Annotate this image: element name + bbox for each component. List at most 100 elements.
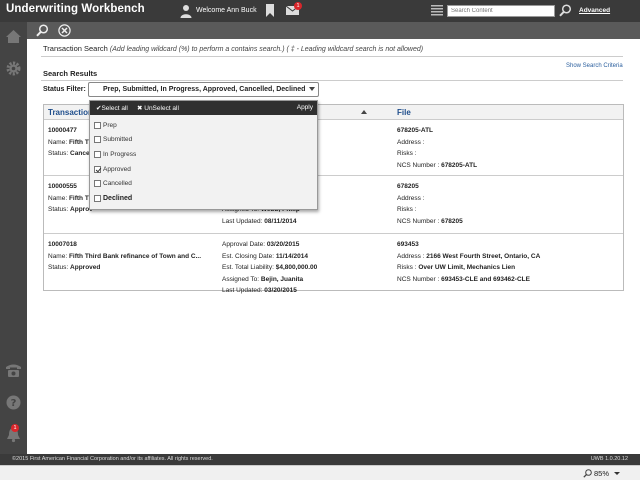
risks-label: Risks : [397, 264, 419, 271]
assigned-label: Assigned To: [222, 275, 261, 283]
wildcard-hint: (Add leading wildcard (%) to perform a c… [109, 46, 424, 53]
transaction-search-title: Transaction Search [43, 44, 108, 53]
footer: ©2015 First American Financial Corporati… [0, 454, 640, 465]
address-label: Address : [397, 252, 427, 260]
clear-icon[interactable] [58, 24, 71, 37]
user-icon[interactable] [180, 4, 192, 18]
ncs-value: 693453-CLE and 693462-CLE [441, 275, 530, 283]
transaction-cell: 10000477 Name: Fifth Th Status: Cancell [48, 125, 93, 160]
risks-label: Risks : [397, 206, 417, 213]
option-label: Submitted [103, 136, 133, 143]
transaction-cell: 10000555 Name: Fifth Th Status: Approv [48, 181, 93, 216]
chevron-down-icon[interactable] [614, 472, 620, 475]
column-header-file[interactable]: File [397, 108, 411, 117]
transaction-id[interactable]: 10000555 [48, 181, 93, 193]
address-label: Address : [397, 138, 425, 146]
column-header-transaction[interactable]: Transaction [48, 108, 93, 117]
top-header: Underwriting Workbench Welcome Ann Buck … [0, 0, 640, 22]
checkbox[interactable] [94, 136, 101, 143]
zoom-level[interactable]: 85% [594, 469, 609, 478]
status-option-approved[interactable]: Approved [94, 164, 304, 176]
name-label: Name: [48, 252, 69, 260]
copyright-text: ©2015 First American Financial Corporati… [12, 456, 213, 462]
welcome-text: Welcome Ann Buck [196, 7, 257, 14]
checkbox[interactable] [94, 122, 101, 129]
list-icon[interactable] [431, 5, 443, 16]
ncs-value: 678205 [441, 217, 463, 225]
gear-icon[interactable] [5, 60, 22, 77]
status-label: Status: [48, 150, 71, 157]
approval-label: Approval Date: [222, 241, 267, 248]
unselect-all-button[interactable]: ✖ UnSelect all [137, 104, 179, 112]
search-input[interactable] [447, 5, 555, 17]
bookmark-icon[interactable] [265, 4, 275, 17]
checkbox[interactable] [94, 180, 101, 187]
apply-button[interactable]: Apply [297, 104, 313, 111]
closing-value: 11/14/2014 [275, 252, 309, 260]
status-option-submitted[interactable]: Submitted [94, 134, 304, 146]
mail-badge[interactable]: 1 [294, 2, 302, 10]
status-label: Status: [48, 264, 71, 271]
status-filter-dropdown: ✔Select all ✖ UnSelect all Apply Prep Su… [89, 100, 318, 210]
transaction-id[interactable]: 10000477 [48, 125, 93, 137]
browser-status-bar: 85% [0, 465, 640, 480]
app-title: Underwriting Workbench [6, 3, 145, 15]
notification-badge[interactable]: 1 [11, 424, 19, 432]
file-id[interactable]: 678205 [397, 181, 463, 193]
file-id[interactable]: 678205-ATL [397, 125, 477, 137]
file-id[interactable]: 693453 [397, 239, 540, 251]
closing-label: Est. Closing Date: [222, 252, 276, 260]
file-cell: 678205 Address : Risks : NCS Number : 67… [397, 181, 463, 227]
checkbox[interactable] [94, 195, 101, 202]
checkbox-checked[interactable] [94, 166, 101, 173]
liability-value: $4,800,000.00 [275, 264, 318, 271]
address-value: 2166 West Fourth Street, Ontario, CA [426, 252, 541, 260]
option-label: In Progress [103, 151, 137, 158]
name-label: Name: [48, 194, 69, 202]
checkbox[interactable] [94, 151, 101, 158]
divider [41, 56, 623, 57]
risks-value: Over UW Limit, Mechanics Lien [418, 264, 516, 271]
show-search-criteria-link[interactable]: Show Search Criteria [566, 63, 623, 69]
status-label: Status: [48, 206, 71, 213]
status-option-cancelled[interactable]: Cancelled [94, 178, 304, 190]
updated-label: Last Updated: [222, 217, 265, 225]
svg-text:?: ? [11, 398, 17, 409]
name-label: Name: [48, 138, 69, 146]
status-filter-value: Prep, Submitted, In Progress, Approved, … [103, 86, 306, 93]
status-option-in-progress[interactable]: In Progress [94, 149, 304, 161]
status-option-declined[interactable]: Declined [94, 193, 304, 205]
advanced-search-link[interactable]: Advanced [579, 7, 610, 14]
ncs-value: 678205-ATL [441, 161, 478, 169]
zoom-icon[interactable] [583, 469, 592, 478]
home-icon[interactable] [5, 28, 22, 45]
status-filter-select[interactable]: Prep, Submitted, In Progress, Approved, … [88, 82, 319, 97]
address-label: Address : [397, 194, 425, 202]
name-value: Fifth Third Bank refinance of Town and C… [68, 252, 202, 260]
help-icon[interactable]: ? [5, 394, 22, 411]
transaction-id[interactable]: 10007018 [48, 239, 201, 251]
sort-up-icon[interactable] [361, 109, 367, 115]
search-icon[interactable] [559, 4, 572, 17]
dropdown-header: ✔Select all ✖ UnSelect all Apply [90, 101, 317, 115]
option-label: Cancelled [103, 180, 132, 187]
transaction-search-header: Transaction Search (Add leading wildcard… [43, 44, 423, 53]
toolbar [27, 22, 640, 39]
left-sidebar: ? 1 [0, 22, 27, 454]
liability-label: Est. Total Liability: [222, 264, 276, 271]
assigned-value: Bejin, Juanita [260, 275, 304, 283]
table-row[interactable]: 10007018 Name: Fifth Third Bank refinanc… [44, 235, 623, 294]
details-cell: Approval Date: 03/20/2015 Est. Closing D… [222, 239, 317, 297]
status-option-prep[interactable]: Prep [94, 120, 304, 132]
chevron-down-icon [309, 87, 315, 91]
option-label: Prep [103, 122, 117, 129]
approval-value: 03/20/2015 [266, 241, 300, 248]
updated-value: 03/20/2015 [264, 287, 297, 294]
search-icon[interactable] [36, 24, 49, 37]
version-text: UWB 1.0.20.12 [590, 456, 628, 462]
select-all-button[interactable]: ✔Select all [96, 104, 128, 112]
divider [41, 80, 623, 81]
updated-label: Last Updated: [222, 287, 265, 294]
file-cell: 693453 Address : 2166 West Fourth Street… [397, 239, 540, 285]
phone-icon[interactable] [5, 362, 22, 379]
